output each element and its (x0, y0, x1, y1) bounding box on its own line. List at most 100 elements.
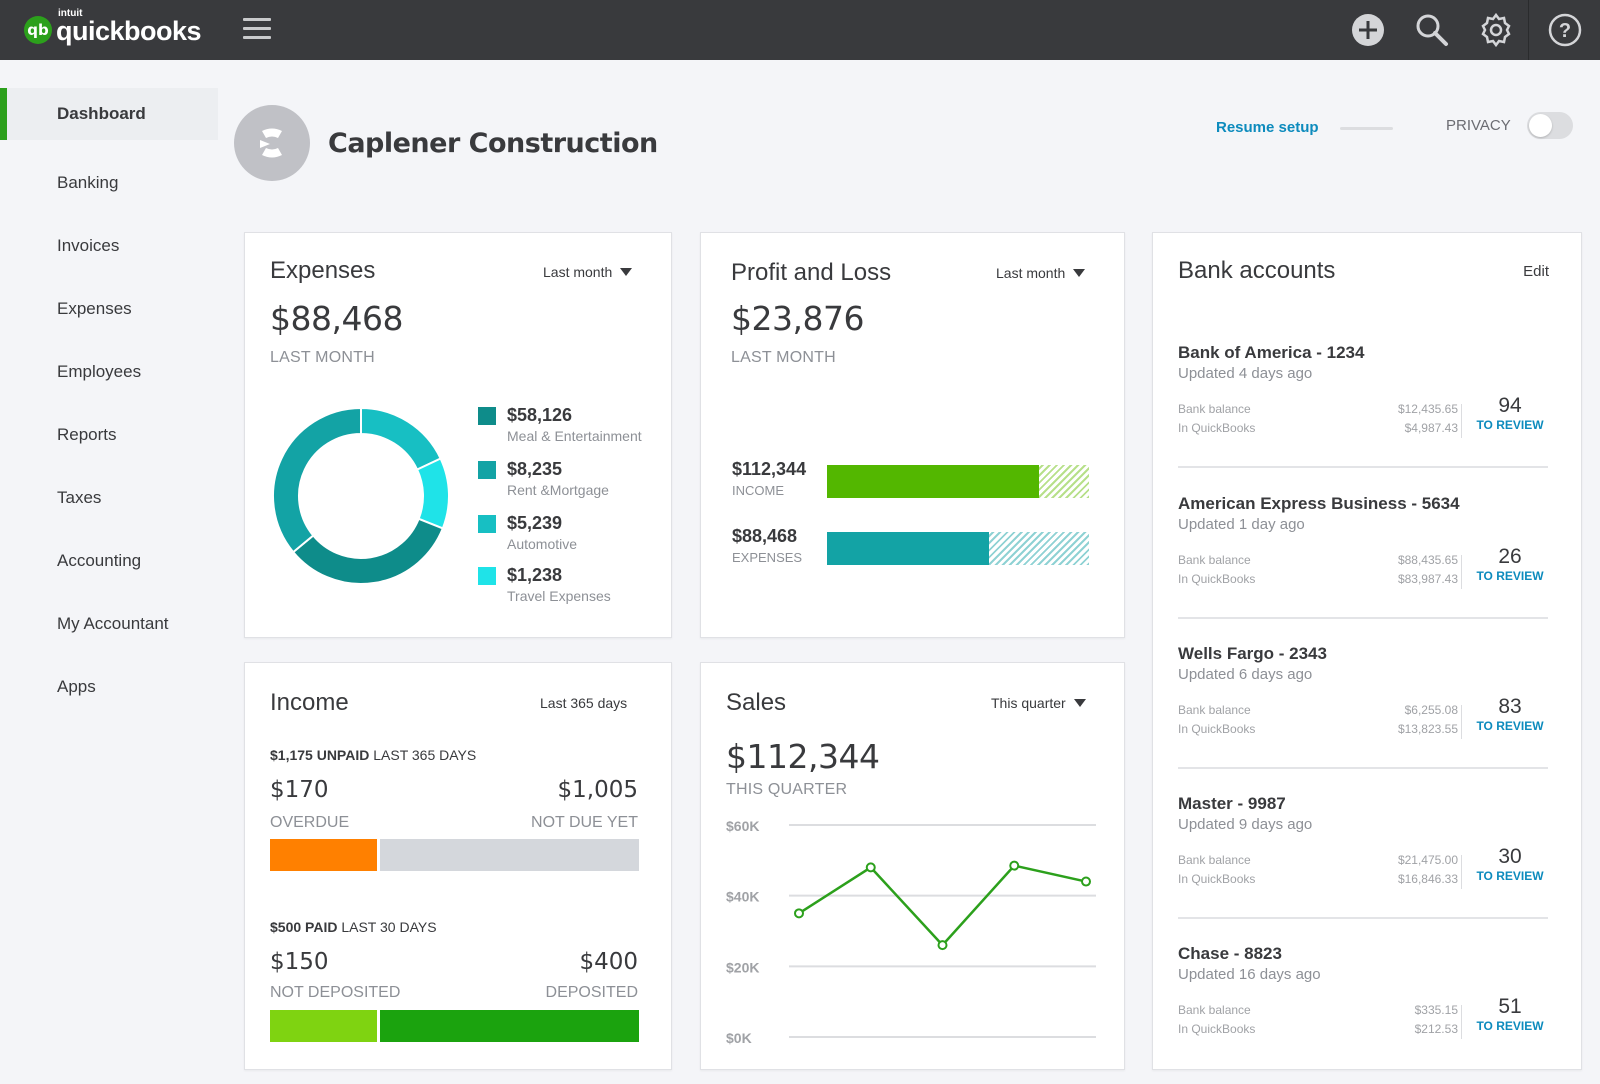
separator (1178, 466, 1548, 468)
sidebar-item-reports[interactable]: Reports (0, 403, 218, 466)
donut-slice-meal-entertainment[interactable] (291, 517, 445, 585)
to-review-link[interactable]: 94 TO REVIEW (1472, 394, 1548, 432)
profit-loss-total: $23,876 (731, 299, 864, 338)
bank-account-name: Chase - 8823 (1178, 944, 1282, 963)
donut-slice-rent-mortgage[interactable] (272, 406, 362, 554)
overdue-bar-segment[interactable] (270, 839, 377, 871)
settings-button[interactable] (1464, 0, 1528, 60)
sidebar-item-apps[interactable]: Apps (0, 655, 218, 718)
profit-loss-card: Profit and Loss Last month $23,876 LAST … (700, 232, 1125, 638)
privacy-toggle[interactable] (1527, 112, 1573, 139)
bank-account-item[interactable]: Wells Fargo - 2343 Updated 6 days ago Ba… (1178, 644, 1548, 769)
to-review-link[interactable]: 83 TO REVIEW (1472, 695, 1548, 733)
overdue-amount: $170 (270, 777, 329, 803)
unpaid-bar[interactable] (270, 839, 639, 871)
unpaid-range: LAST 365 DAYS (373, 747, 477, 763)
review-count: 94 (1498, 394, 1522, 417)
bank-account-item[interactable]: Bank of America - 1234 Updated 4 days ag… (1178, 343, 1548, 468)
to-review-link[interactable]: 26 TO REVIEW (1472, 545, 1548, 583)
income-paid-heading: $500 PAID LAST 30 DAYS (270, 919, 437, 935)
pl-expenses-bar-fill (827, 532, 990, 565)
deposited-bar-segment[interactable] (380, 1010, 639, 1042)
bank-balance-label: Bank balance (1178, 402, 1251, 416)
bank-balance-value: $12,435.65 (1397, 402, 1458, 416)
bank-account-item[interactable]: Master - 9987 Updated 9 days ago Bank ba… (1178, 794, 1548, 919)
bank-account-name: Bank of America - 1234 (1178, 343, 1365, 362)
sales-data-point[interactable] (1009, 860, 1020, 871)
bank-account-updated: Updated 16 days ago (1178, 966, 1321, 983)
company-header: Caplener Construction (234, 105, 658, 181)
search-button[interactable] (1400, 0, 1464, 60)
legend-value: $8,235 (507, 459, 563, 479)
bank-account-updated: Updated 6 days ago (1178, 666, 1313, 683)
bank-balance-label: Bank balance (1178, 853, 1251, 867)
donut-slice-travel[interactable] (415, 457, 450, 530)
sidebar-item-expenses[interactable]: Expenses (0, 277, 218, 340)
review-count: 83 (1498, 695, 1522, 718)
not-due-label: NOT DUE YET (531, 814, 638, 831)
pl-expenses-bar-remainder (989, 532, 1089, 565)
sales-period-dropdown[interactable]: This quarter (991, 695, 1086, 711)
sidebar-item-dashboard[interactable]: Dashboard (0, 88, 218, 140)
bank-account-updated: Updated 9 days ago (1178, 816, 1313, 833)
qb-balance-label: In QuickBooks (1178, 872, 1256, 886)
expenses-legend-item[interactable]: $1,238 Travel Expenses (478, 565, 611, 604)
bank-balance-label: Bank balance (1178, 553, 1251, 567)
bank-account-item[interactable]: American Express Business - 5634 Updated… (1178, 494, 1548, 619)
sidebar-item-accounting[interactable]: Accounting (0, 529, 218, 592)
pl-income-bar[interactable] (827, 465, 1089, 498)
menu-icon[interactable] (243, 18, 271, 40)
legend-value: $58,126 (507, 405, 573, 425)
expenses-legend-item[interactable]: $58,126 Meal & Entertainment (478, 405, 642, 444)
divider (1461, 1005, 1462, 1039)
qb-balance-label: In QuickBooks (1178, 421, 1256, 435)
to-review-link[interactable]: 51 TO REVIEW (1472, 995, 1548, 1033)
expenses-total: $88,468 (270, 299, 403, 338)
help-button[interactable]: ? (1528, 0, 1600, 60)
expenses-period-dropdown[interactable]: Last month (543, 264, 633, 280)
bank-account-name: Wells Fargo - 2343 (1178, 644, 1327, 663)
sales-total: $112,344 (726, 737, 880, 776)
quickbooks-logo[interactable]: qb intuit quickbooks (24, 8, 202, 47)
pl-expenses-bar[interactable] (827, 532, 1089, 565)
sidebar-item-invoices[interactable]: Invoices (0, 214, 218, 277)
to-review-link[interactable]: 30 TO REVIEW (1472, 845, 1548, 883)
company-avatar[interactable] (234, 105, 310, 181)
sales-data-point[interactable] (937, 940, 948, 951)
sidebar-item-banking[interactable]: Banking (0, 151, 218, 214)
sales-data-point[interactable] (794, 908, 804, 919)
profit-loss-title: Profit and Loss (731, 259, 892, 286)
separator (1178, 617, 1548, 619)
deposited-label: DEPOSITED (545, 984, 638, 1001)
expenses-legend-item[interactable]: $5,239 Automotive (478, 513, 577, 552)
qb-balance-value: $16,846.33 (1397, 872, 1458, 886)
donut-slice-automotive[interactable] (360, 406, 442, 471)
profit-loss-period-dropdown[interactable]: Last month (996, 265, 1086, 281)
review-count: 30 (1498, 845, 1522, 868)
income-card: Income Last 365 days $1,175 UNPAID LAST … (244, 662, 672, 1070)
sales-data-point[interactable] (865, 862, 876, 873)
sales-line (798, 864, 1087, 947)
sales-data-point[interactable] (1081, 876, 1091, 887)
resume-setup-link[interactable]: Resume setup (1216, 119, 1319, 136)
expenses-caption: LAST MONTH (270, 349, 375, 366)
sidebar-item-taxes[interactable]: Taxes (0, 466, 218, 529)
sidebar-item-employees[interactable]: Employees (0, 340, 218, 403)
unpaid-amount: $1,175 UNPAID (270, 747, 370, 763)
legend-value: $1,238 (507, 565, 563, 585)
not-due-bar-segment[interactable] (380, 839, 639, 871)
create-button[interactable] (1336, 0, 1400, 60)
bank-account-name: American Express Business - 5634 (1178, 494, 1460, 513)
pl-income-bar-fill (827, 465, 1040, 498)
qb-balance-value: $13,823.55 (1397, 722, 1458, 736)
bank-account-item[interactable]: Chase - 8823 Updated 16 days ago Bank ba… (1178, 944, 1548, 1041)
paid-bar[interactable] (270, 1010, 639, 1042)
expenses-legend-item[interactable]: $8,235 Rent &Mortgage (478, 459, 609, 498)
divider (1461, 404, 1462, 438)
not-deposited-bar-segment[interactable] (270, 1010, 377, 1042)
pl-income-label: $112,344 INCOME (732, 459, 806, 498)
not-deposited-amount: $150 (270, 949, 329, 975)
sidebar-item-my-accountant[interactable]: My Accountant (0, 592, 218, 655)
bank-edit-link[interactable]: Edit (1523, 263, 1549, 280)
income-period-label[interactable]: Last 365 days (540, 695, 627, 711)
